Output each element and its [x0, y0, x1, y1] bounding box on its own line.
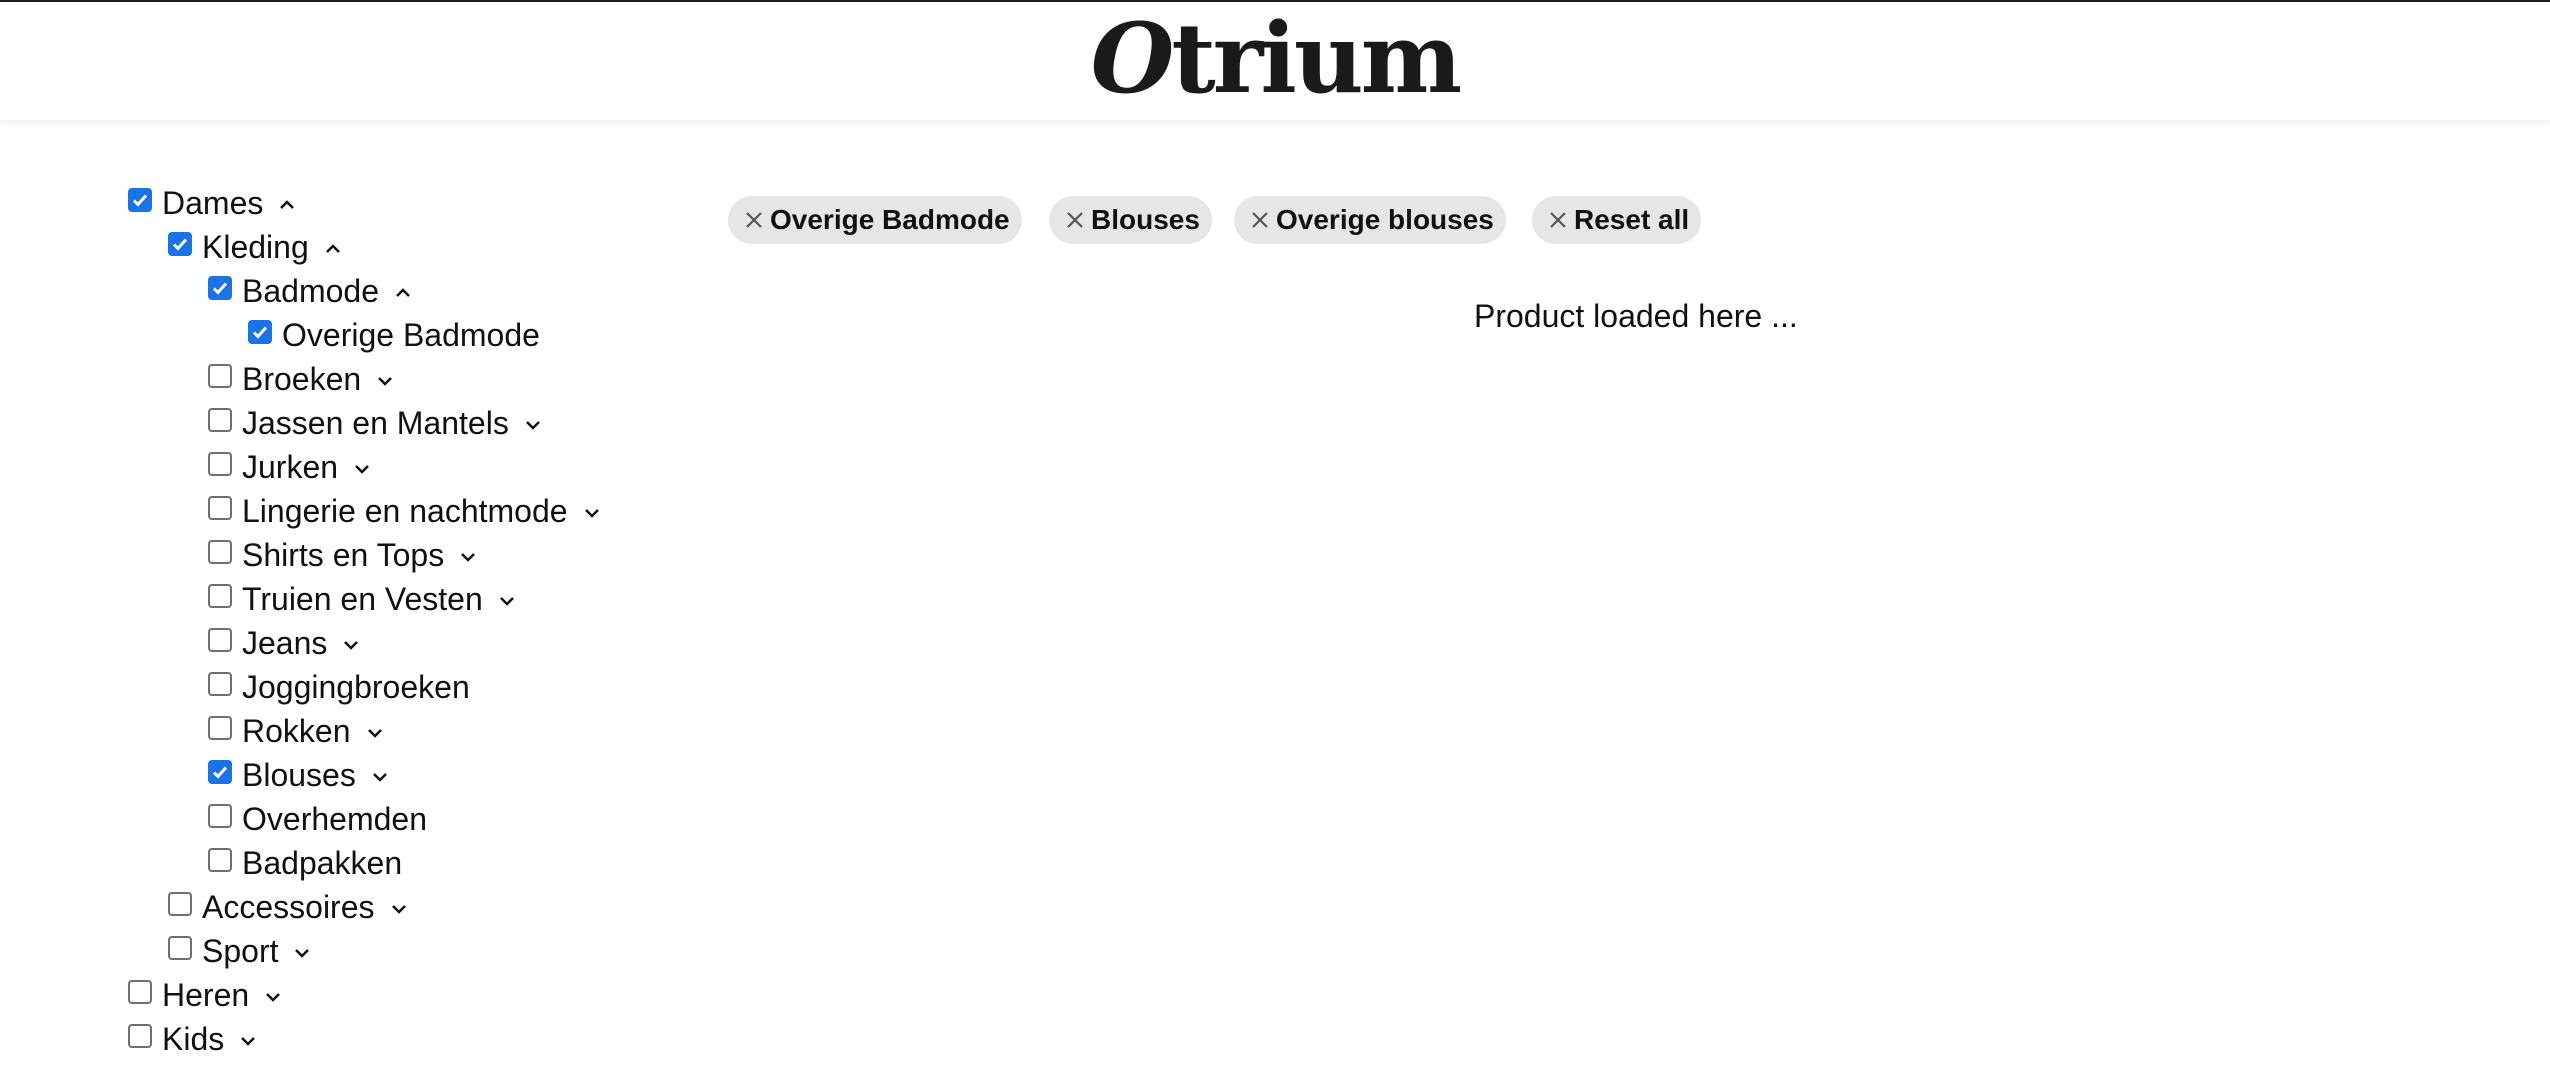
- tree-label: Dames: [162, 184, 264, 221]
- tree-label: Jassen en Mantels: [242, 404, 509, 441]
- checkbox-joggingbroeken[interactable]: [208, 672, 232, 696]
- otrium-logo[interactable]: Otrium: [0, 4, 2550, 114]
- tree-label: Jeans: [242, 624, 328, 661]
- tree-item-dames[interactable]: Dames: [128, 181, 297, 225]
- tree-label: Jurken: [242, 448, 339, 485]
- filter-chip-overige-blouses[interactable]: Overige blouses: [1234, 196, 1506, 244]
- tree-label: Sport: [202, 932, 279, 969]
- chevron-down-icon[interactable]: [365, 727, 385, 739]
- checkbox-overhemden[interactable]: [208, 804, 232, 828]
- checkbox-shirts-en-tops[interactable]: [208, 540, 232, 564]
- reset-all-chip[interactable]: Reset all: [1532, 196, 1702, 244]
- checkbox-accessoires[interactable]: [168, 892, 192, 916]
- chevron-down-icon[interactable]: [370, 771, 390, 783]
- chevron-down-icon[interactable]: [238, 1035, 258, 1047]
- tree-item-sport[interactable]: Sport: [168, 929, 312, 973]
- close-icon[interactable]: [1065, 210, 1085, 230]
- tree-label: Rokken: [242, 712, 351, 749]
- tree-label: Blouses: [242, 756, 356, 793]
- tree-label: Kids: [162, 1020, 225, 1057]
- chevron-down-icon[interactable]: [352, 463, 372, 475]
- tree-label: Heren: [162, 976, 250, 1013]
- chevron-down-icon[interactable]: [389, 903, 409, 915]
- chevron-down-icon[interactable]: [582, 507, 602, 519]
- chip-label: Reset all: [1574, 204, 1690, 235]
- checkbox-jeans[interactable]: [208, 628, 232, 652]
- tree-item-lingerie-en-nachtmode[interactable]: Lingerie en nachtmode: [208, 489, 602, 533]
- tree-item-joggingbroeken[interactable]: Joggingbroeken: [208, 665, 470, 709]
- tree-item-rokken[interactable]: Rokken: [208, 709, 385, 753]
- tree-label: Overige Badmode: [282, 316, 540, 353]
- chevron-down-icon[interactable]: [375, 375, 395, 387]
- tree-label: Kleding: [202, 228, 309, 265]
- chevron-down-icon[interactable]: [458, 551, 478, 563]
- chip-label: Overige Badmode: [770, 204, 1010, 235]
- checkbox-lingerie-en-nachtmode[interactable]: [208, 496, 232, 520]
- tree-item-shirts-en-tops[interactable]: Shirts en Tops: [208, 533, 478, 577]
- tree-label: Accessoires: [202, 888, 375, 925]
- filter-chip-blouses[interactable]: Blouses: [1049, 196, 1212, 244]
- checkbox-truien-en-vesten[interactable]: [208, 584, 232, 608]
- chip-label: Blouses: [1091, 204, 1200, 235]
- product-loading-text: Product loaded here ...: [1474, 298, 1798, 334]
- chip-label: Overige blouses: [1276, 204, 1494, 235]
- tree-item-accessoires[interactable]: Accessoires: [168, 885, 409, 929]
- checkbox-heren[interactable]: [128, 980, 152, 1004]
- chevron-down-icon[interactable]: [341, 639, 361, 651]
- tree-label: Overhemden: [242, 800, 427, 837]
- tree-item-badmode[interactable]: Badmode: [208, 269, 413, 313]
- tree-label: Lingerie en nachtmode: [242, 492, 568, 529]
- tree-label: Broeken: [242, 360, 362, 397]
- chevron-down-icon[interactable]: [263, 991, 283, 1003]
- filter-chip-overige-badmode[interactable]: Overige Badmode: [728, 196, 1022, 244]
- checkbox-jurken[interactable]: [208, 452, 232, 476]
- tree-item-jeans[interactable]: Jeans: [208, 621, 361, 665]
- tree-item-overhemden[interactable]: Overhemden: [208, 797, 427, 841]
- close-icon[interactable]: [744, 210, 764, 230]
- tree-label: Shirts en Tops: [242, 536, 445, 573]
- tree-label: Badpakken: [242, 844, 403, 881]
- chevron-down-icon[interactable]: [523, 419, 543, 431]
- checkbox-blouses[interactable]: [208, 760, 232, 784]
- checkbox-sport[interactable]: [168, 936, 192, 960]
- site-header: Otrium: [0, 0, 2550, 120]
- chevron-down-icon[interactable]: [292, 947, 312, 959]
- checkbox-kleding[interactable]: [168, 232, 192, 256]
- tree-item-broeken[interactable]: Broeken: [208, 357, 395, 401]
- checkbox-jassen-en-mantels[interactable]: [208, 408, 232, 432]
- tree-item-blouses[interactable]: Blouses: [208, 753, 390, 797]
- checkbox-kids[interactable]: [128, 1024, 152, 1048]
- tree-item-jurken[interactable]: Jurken: [208, 445, 372, 489]
- chevron-up-icon[interactable]: [393, 287, 413, 299]
- close-icon[interactable]: [1250, 210, 1270, 230]
- tree-item-jassen-en-mantels[interactable]: Jassen en Mantels: [208, 401, 543, 445]
- tree-item-kids[interactable]: Kids: [128, 1017, 258, 1061]
- checkbox-badpakken[interactable]: [208, 848, 232, 872]
- tree-item-truien-en-vesten[interactable]: Truien en Vesten: [208, 577, 517, 621]
- tree-label: Badmode: [242, 272, 379, 309]
- tree-label: Truien en Vesten: [242, 580, 483, 617]
- checkbox-overige-badmode[interactable]: [248, 320, 272, 344]
- tree-label: Joggingbroeken: [242, 668, 470, 705]
- tree-item-overige-badmode[interactable]: Overige Badmode: [248, 313, 540, 357]
- checkbox-broeken[interactable]: [208, 364, 232, 388]
- chevron-up-icon[interactable]: [277, 199, 297, 211]
- close-icon[interactable]: [1548, 210, 1568, 230]
- chevron-up-icon[interactable]: [323, 243, 343, 255]
- tree-item-badpakken[interactable]: Badpakken: [208, 841, 402, 885]
- chevron-down-icon[interactable]: [497, 595, 517, 607]
- checkbox-dames[interactable]: [128, 188, 152, 212]
- checkbox-rokken[interactable]: [208, 716, 232, 740]
- checkbox-badmode[interactable]: [208, 276, 232, 300]
- tree-item-kleding[interactable]: Kleding: [168, 225, 343, 269]
- tree-item-heren[interactable]: Heren: [128, 973, 283, 1017]
